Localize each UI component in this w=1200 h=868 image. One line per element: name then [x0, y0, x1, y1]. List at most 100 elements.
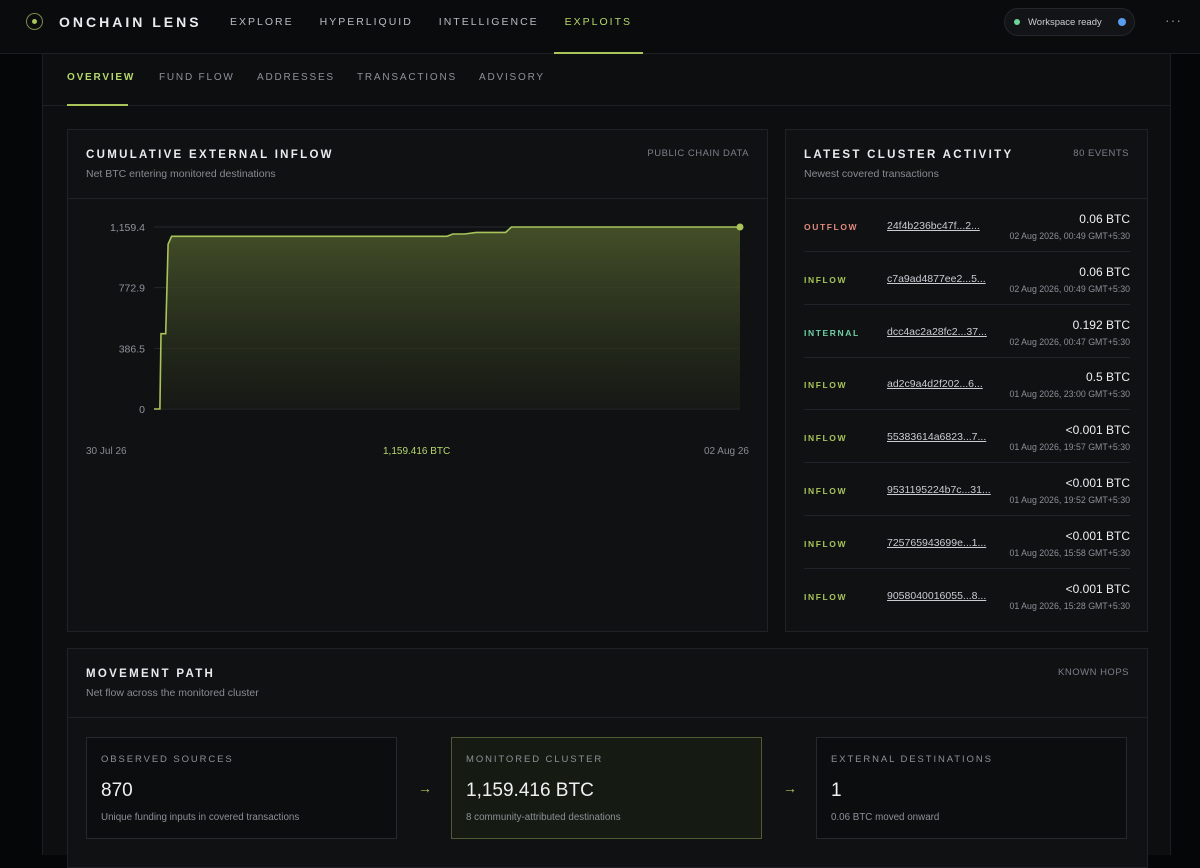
inflow-area-chart[interactable]: 1,159.4 772.9 386.5 0 — [68, 200, 767, 440]
nav-exploits[interactable]: EXPLOITS — [553, 0, 644, 54]
y-tick-label: 772.9 — [119, 283, 145, 295]
activity-type-badge: INFLOW — [804, 274, 848, 285]
activity-card-title: LATEST CLUSTER ACTIVITY — [804, 149, 1014, 161]
workspace-status[interactable]: Workspace ready — [1004, 8, 1135, 36]
activity-timestamp: 01 Aug 2026, 15:58 GMT+5:30 — [1009, 547, 1130, 558]
activity-type-badge: OUTFLOW — [804, 222, 859, 232]
inflow-card-subtitle: Net BTC entering monitored destinations — [86, 168, 276, 180]
activity-type-badge: INFLOW — [804, 433, 848, 444]
transaction-hash-link[interactable]: 9058040016055...8... — [887, 590, 993, 602]
activity-card-subtitle: Newest covered transactions — [804, 168, 939, 180]
status-text: Workspace ready — [1028, 17, 1102, 28]
transaction-hash-link[interactable]: c7a9ad4877ee2...5... — [887, 273, 993, 285]
activity-row[interactable]: INFLOW 725765943699e...1... <0.001 BTC 01 A… — [804, 517, 1130, 569]
x-axis-start-label: 30 Jul 26 — [86, 446, 127, 457]
activity-type-badge: INTERNAL — [804, 327, 860, 338]
tab-overview[interactable]: OVERVIEW — [67, 72, 135, 83]
activity-event-count: 80 EVENTS — [1073, 148, 1129, 159]
cluster-activity-card: LATEST CLUSTER ACTIVITY Newest covered t… — [785, 129, 1148, 632]
status-online-icon — [1014, 19, 1020, 25]
activity-amount: 0.5 BTC — [1085, 370, 1130, 385]
external-destinations-box[interactable]: EXTERNAL DESTINATIONS 1 0.06 BTC moved o… — [816, 737, 1127, 839]
activity-row[interactable]: INFLOW ad2c9a4d2f202...6... 0.5 BTC 01 Aug … — [804, 358, 1130, 411]
transaction-hash-link[interactable]: 9531195224b7c...31... — [887, 484, 993, 496]
current-total-label: 1,159.416 BTC — [383, 446, 451, 457]
movement-card-title: MOVEMENT PATH — [86, 668, 216, 680]
logo-icon — [26, 13, 43, 30]
activity-row[interactable]: INFLOW 55383614a6823...7... <0.001 BTC 01 A… — [804, 411, 1130, 464]
activity-row[interactable]: OUTFLOW 24f4b236bc47f...2... 0.06 BTC 02 Au… — [804, 200, 1130, 252]
activity-amount: <0.001 BTC — [1065, 528, 1130, 543]
transaction-hash-link[interactable]: dcc4ac2a28fc2...37... — [887, 326, 993, 338]
inflow-card-meta: PUBLIC CHAIN DATA — [647, 148, 749, 159]
activity-amount: 0.192 BTC — [1072, 317, 1130, 332]
activity-timestamp: 01 Aug 2026, 23:00 GMT+5:30 — [1009, 389, 1130, 400]
activity-amount: 0.06 BTC — [1079, 264, 1130, 279]
brand-name: ONCHAIN LENS — [59, 14, 202, 30]
tab-addresses[interactable]: ADDRESSES — [257, 72, 335, 83]
monitored-cluster-value: 1,159.416 BTC — [466, 780, 594, 801]
card-divider — [68, 198, 767, 199]
movement-card-meta: KNOWN HOPS — [1058, 667, 1129, 678]
top-bar: ONCHAIN LENS EXPLORE HYPERLIQUID INTELLI… — [0, 0, 1200, 54]
activity-timestamp: 02 Aug 2026, 00:49 GMT+5:30 — [1009, 231, 1130, 241]
activity-type-badge: INFLOW — [804, 486, 848, 496]
tab-fund-flow[interactable]: FUND FLOW — [159, 72, 235, 83]
y-tick-label: 1,159.4 — [110, 222, 145, 234]
activity-row[interactable]: INFLOW 9531195224b7c...31... <0.001 BTC 01 … — [804, 464, 1130, 516]
card-divider — [786, 198, 1147, 199]
transaction-hash-link[interactable]: 24f4b236bc47f...2... — [887, 220, 993, 232]
external-destinations-label: EXTERNAL DESTINATIONS — [831, 754, 993, 765]
nav-hyperliquid[interactable]: HYPERLIQUID — [320, 0, 413, 54]
activity-timestamp: 01 Aug 2026, 19:57 GMT+5:30 — [1009, 442, 1130, 453]
section-tabs: OVERVIEW FUND FLOW ADDRESSES TRANSACTION… — [43, 54, 1170, 106]
movement-card-subtitle: Net flow across the monitored cluster — [86, 687, 259, 699]
latest-point[interactable] — [736, 223, 744, 231]
activity-row[interactable]: INTERNAL dcc4ac2a28fc2...37... 0.192 BTC 02… — [804, 306, 1130, 358]
inflow-chart-card: CUMULATIVE EXTERNAL INFLOW Net BTC enter… — [67, 129, 768, 632]
activity-timestamp: 01 Aug 2026, 15:28 GMT+5:30 — [1009, 600, 1130, 611]
monitored-cluster-desc: 8 community-attributed destinations — [466, 812, 621, 823]
activity-row[interactable]: INFLOW c7a9ad4877ee2...5... 0.06 BTC 02 Aug… — [804, 253, 1130, 305]
activity-type-badge: INFLOW — [804, 380, 848, 391]
y-tick-label: 386.5 — [119, 343, 145, 355]
movement-path-card: MOVEMENT PATH Net flow across the monito… — [67, 648, 1148, 868]
observed-sources-desc: Unique funding inputs in covered transac… — [101, 812, 300, 823]
activity-amount: 0.06 BTC — [1079, 212, 1130, 226]
inflow-card-title: CUMULATIVE EXTERNAL INFLOW — [86, 149, 334, 161]
main-nav: EXPLORE HYPERLIQUID INTELLIGENCE EXPLOIT… — [230, 0, 644, 54]
arrow-right-icon: → — [418, 780, 432, 796]
observed-sources-box[interactable]: OBSERVED SOURCES 870 Unique funding inpu… — [86, 737, 397, 839]
activity-timestamp: 01 Aug 2026, 19:52 GMT+5:30 — [1009, 495, 1130, 505]
nav-explore[interactable]: EXPLORE — [230, 0, 294, 54]
nav-intelligence[interactable]: INTELLIGENCE — [439, 0, 539, 54]
observed-sources-label: OBSERVED SOURCES — [101, 754, 234, 765]
activity-timestamp: 02 Aug 2026, 00:49 GMT+5:30 — [1009, 283, 1130, 294]
activity-amount: <0.001 BTC — [1065, 476, 1130, 490]
monitored-cluster-label: MONITORED CLUSTER — [466, 754, 604, 765]
arrow-right-icon: → — [783, 780, 797, 796]
transaction-hash-link[interactable]: 725765943699e...1... — [887, 537, 993, 549]
main-panel: OVERVIEW FUND FLOW ADDRESSES TRANSACTION… — [42, 54, 1171, 868]
tab-active-indicator — [67, 104, 128, 106]
tab-advisory[interactable]: ADVISORY — [479, 72, 545, 83]
status-indicator-icon — [1118, 18, 1126, 26]
tab-transactions[interactable]: TRANSACTIONS — [357, 72, 457, 83]
more-menu-icon[interactable]: ··· — [1165, 12, 1182, 28]
activity-row[interactable]: INFLOW 9058040016055...8... <0.001 BTC 01 A… — [804, 570, 1130, 622]
activity-type-badge: INFLOW — [804, 538, 848, 549]
inflow-area — [154, 227, 740, 409]
x-axis-end-label: 02 Aug 26 — [703, 446, 749, 457]
external-destinations-value: 1 — [831, 780, 842, 801]
external-destinations-desc: 0.06 BTC moved onward — [831, 812, 940, 823]
activity-timestamp: 02 Aug 2026, 00:47 GMT+5:30 — [1009, 336, 1130, 347]
activity-amount: <0.001 BTC — [1065, 581, 1130, 596]
y-tick-label: 0 — [139, 404, 145, 416]
transaction-hash-link[interactable]: ad2c9a4d2f202...6... — [887, 378, 993, 390]
transaction-hash-link[interactable]: 55383614a6823...7... — [887, 431, 993, 443]
activity-type-badge: INFLOW — [804, 591, 848, 602]
monitored-cluster-box[interactable]: MONITORED CLUSTER 1,159.416 BTC 8 commun… — [451, 737, 762, 839]
observed-sources-value: 870 — [101, 780, 133, 801]
activity-amount: <0.001 BTC — [1065, 423, 1130, 438]
card-divider — [68, 717, 1147, 718]
